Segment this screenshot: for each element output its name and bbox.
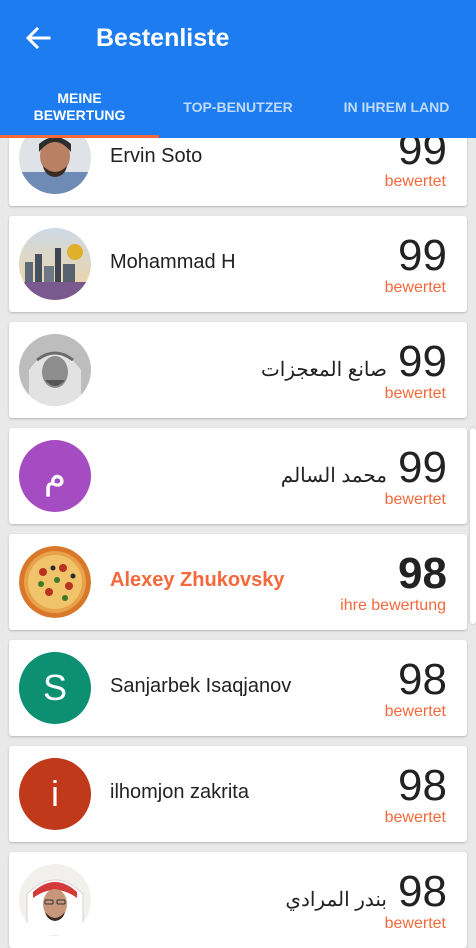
leaderboard-row[interactable]: بندر المرادي 98 bewertet: [9, 852, 467, 948]
user-name: ilhomjon zakrita: [110, 781, 249, 803]
tab-bar: MEINE BEWERTUNG TOP-BENUTZER IN IHREM LA…: [0, 76, 476, 138]
leaderboard-row[interactable]: صانع المعجزات 99 bewertet: [9, 322, 467, 418]
leaderboard-row[interactable]: S Sanjarbek Isaqjanov 98 bewertet: [9, 640, 467, 736]
avatar: S: [19, 652, 91, 724]
avatar: i: [19, 758, 91, 830]
user-name: محمد السالم: [280, 465, 387, 487]
user-name: Sanjarbek Isaqjanov: [110, 675, 292, 697]
score-label: bewertet: [384, 703, 446, 720]
scrollbar-thumb[interactable]: [470, 428, 476, 624]
avatar: [19, 864, 91, 936]
page-title: Bestenliste: [96, 24, 230, 52]
avatar: [19, 138, 91, 194]
user-score: 99: [398, 231, 447, 280]
leaderboard-row[interactable]: Mohammad H 99 bewertet: [9, 216, 467, 312]
avatar: [19, 334, 91, 406]
user-score: 98: [398, 655, 447, 704]
user-score: 98: [398, 761, 447, 810]
user-score: 98: [398, 867, 447, 916]
avatar: م: [19, 440, 91, 512]
user-score: 99: [398, 443, 447, 492]
leaderboard-list[interactable]: Ervin Soto 99 bewertet Mohammad H 99 bew…: [0, 138, 476, 948]
score-label: bewertet: [384, 385, 446, 402]
user-name: بندر المرادي: [285, 889, 387, 911]
leaderboard-row[interactable]: Ervin Soto 99 bewertet: [9, 138, 467, 206]
score-label: bewertet: [384, 279, 446, 296]
score-label: bewertet: [384, 915, 446, 932]
user-name: Ervin Soto: [110, 145, 203, 167]
tab-top-users[interactable]: TOP-BENUTZER: [159, 76, 317, 138]
leaderboard-row-current-user[interactable]: Alexey Zhukovsky 98 ihre bewertung: [9, 534, 467, 630]
user-name: Alexey Zhukovsky: [110, 569, 285, 591]
user-name: Mohammad H: [110, 251, 236, 273]
leaderboard-row[interactable]: م محمد السالم 99 bewertet: [9, 428, 467, 524]
score-label: bewertet: [384, 809, 446, 826]
leaderboard-row[interactable]: i ilhomjon zakrita 98 bewertet: [9, 746, 467, 842]
avatar: [19, 546, 91, 618]
score-label: ihre bewertung: [340, 597, 446, 614]
toolbar: Bestenliste: [0, 0, 476, 76]
avatar: [19, 228, 91, 300]
score-label: bewertet: [384, 173, 446, 190]
tab-in-your-country[interactable]: IN IHREM LAND: [317, 76, 476, 138]
app-bar: Bestenliste MEINE BEWERTUNG TOP-BENUTZER…: [0, 0, 476, 138]
user-score: 99: [398, 138, 447, 174]
user-name: صانع المعجزات: [260, 359, 387, 381]
back-button[interactable]: [18, 20, 58, 56]
tab-my-rating[interactable]: MEINE BEWERTUNG: [0, 76, 159, 138]
user-score: 98: [398, 549, 447, 598]
arrow-left-icon: [25, 26, 51, 50]
user-score: 99: [398, 337, 447, 386]
score-label: bewertet: [384, 491, 446, 508]
